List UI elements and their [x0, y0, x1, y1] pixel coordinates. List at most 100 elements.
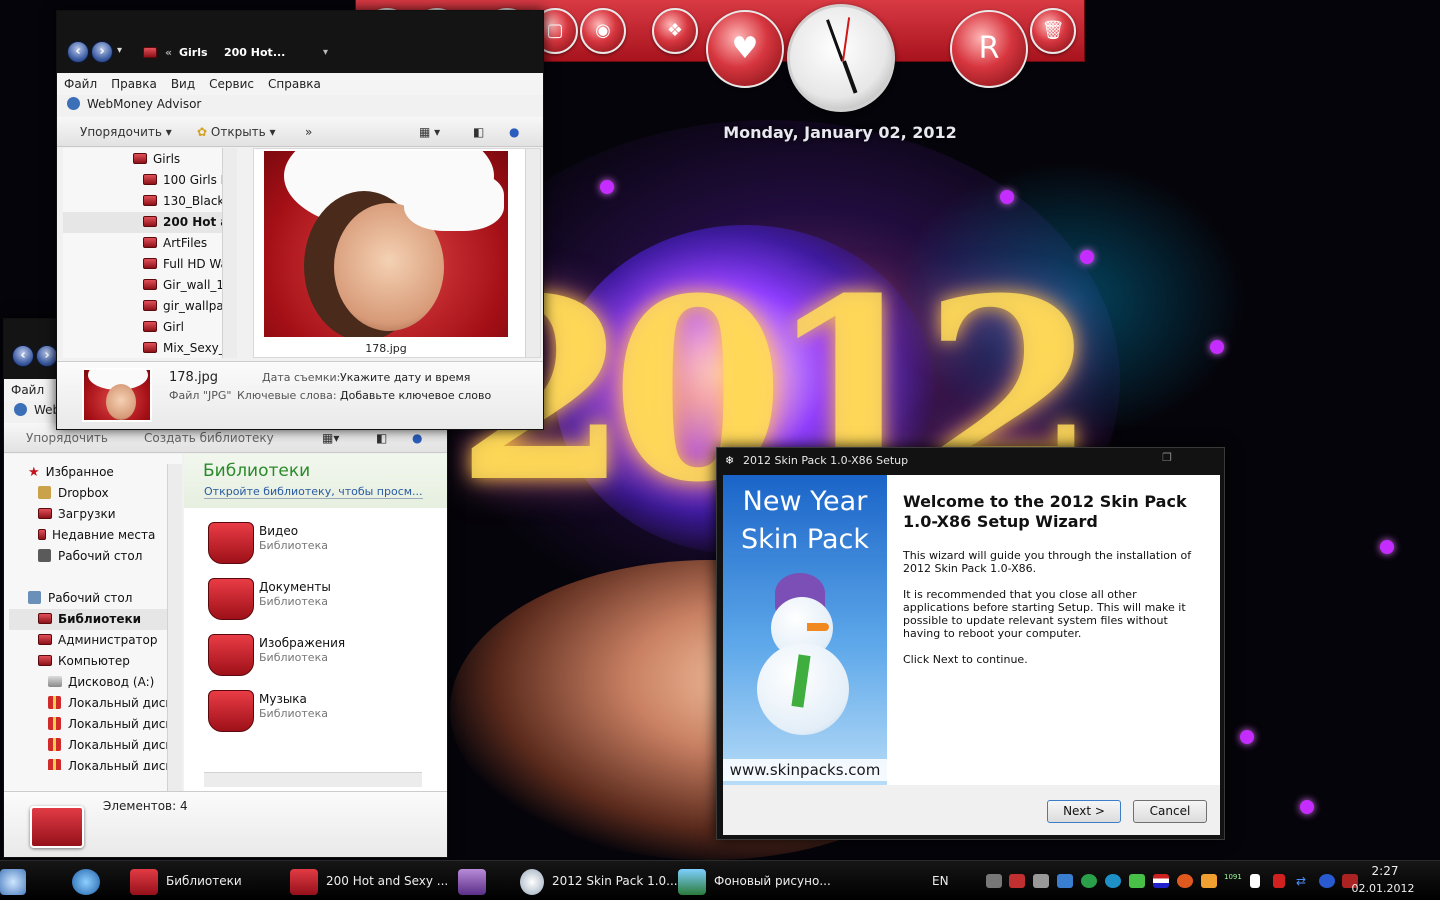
tray-s-icon[interactable]	[1177, 874, 1193, 888]
tray-flag-icon[interactable]	[1273, 874, 1285, 888]
preview-face	[106, 384, 136, 420]
create-library-button[interactable]: Создать библиотеку	[144, 431, 274, 445]
folder-icon	[143, 216, 157, 227]
taskbar-ie[interactable]	[72, 865, 108, 897]
cancel-button[interactable]: Cancel	[1133, 800, 1207, 823]
tray-page-icon[interactable]	[1250, 874, 1260, 888]
nav-scrollbar[interactable]	[167, 464, 182, 794]
menu-file[interactable]: Файл	[57, 73, 104, 95]
taskbar-item-floppy[interactable]	[458, 865, 494, 897]
forward-button[interactable]: ›	[36, 345, 58, 367]
desktop-header[interactable]: Рабочий стол	[28, 588, 132, 609]
favorites-header[interactable]: ★ Избранное	[28, 462, 114, 483]
nav-item-computer[interactable]: Компьютер	[38, 651, 130, 672]
date-taken-label: Дата съемки:	[262, 371, 341, 384]
tree-item-folder[interactable]: Girl	[143, 317, 223, 338]
help-icon[interactable]: ●	[412, 431, 422, 445]
menu-tools[interactable]: Сервис	[202, 73, 261, 95]
back-button[interactable]: ‹	[67, 41, 89, 63]
tray-device-icon[interactable]	[986, 874, 1002, 888]
nav-item-recent[interactable]: Недавние места	[38, 525, 155, 546]
tree-scrollbar[interactable]	[222, 148, 237, 358]
tray-shield-icon[interactable]	[1081, 874, 1097, 888]
nav-item-libraries[interactable]: Библиотеки	[9, 609, 172, 630]
r-app-icon[interactable]: R	[950, 10, 1028, 88]
tree-item-selected-folder[interactable]: 200 Hot a	[63, 212, 223, 233]
preview-pane-icon[interactable]: ◧	[376, 431, 387, 445]
menu-view[interactable]: Вид	[164, 73, 202, 95]
content-scrollbar[interactable]	[204, 772, 422, 787]
clock-hour-hand	[842, 60, 858, 94]
tray-app-icon[interactable]	[1057, 874, 1073, 888]
tray-mail-icon[interactable]	[1201, 874, 1217, 888]
clock-gadget[interactable]	[787, 4, 895, 112]
forward-button[interactable]: ›	[91, 41, 113, 63]
clock-time[interactable]: 2:27	[1360, 864, 1410, 878]
preview-pane-icon[interactable]: ◧	[473, 125, 484, 139]
menu-file[interactable]: Файл	[4, 379, 51, 401]
nav-item-desktop[interactable]: Рабочий стол	[38, 546, 142, 567]
nav-item-downloads[interactable]: Загрузки	[38, 504, 116, 525]
snowman-nose	[807, 623, 829, 631]
tray-battery-icon[interactable]	[1129, 874, 1145, 888]
tray-santa-icon[interactable]	[1009, 874, 1025, 888]
nav-item-local-disk[interactable]: Локальный диск	[48, 735, 173, 756]
tray-counter[interactable]: 1091	[1224, 873, 1248, 881]
history-dropdown-icon[interactable]: ▾	[117, 45, 122, 56]
tray-network-icon[interactable]	[1033, 874, 1049, 888]
breadcrumb-current[interactable]: 200 Hot...	[224, 46, 285, 59]
webmoney-toolbar[interactable]: WebMoney Advisor	[67, 97, 201, 115]
open-button[interactable]: ✿ Открыть ▾	[197, 125, 276, 139]
nav-item-local-disk[interactable]: Локальный диск	[48, 693, 173, 714]
taskbar-item-setup[interactable]: 2012 Skin Pack 1.0...	[520, 865, 678, 897]
help-icon[interactable]: ●	[509, 125, 519, 139]
image-thumbnail-178[interactable]	[264, 151, 508, 337]
heart-icon[interactable]: ♥	[706, 10, 784, 88]
tray-sync-icon[interactable]	[1105, 874, 1121, 888]
address-dropdown-icon[interactable]: ▾	[323, 47, 328, 58]
windows-icon[interactable]: ❖	[652, 8, 698, 54]
downloads-icon	[38, 508, 52, 519]
organize-button[interactable]: Упорядочить ▾	[80, 125, 172, 139]
tree-item-folder[interactable]: 100 Girls B	[143, 170, 223, 191]
file-view-scrollbar[interactable]	[525, 149, 540, 357]
menu-help[interactable]: Справка	[261, 73, 328, 95]
tree-item-girls[interactable]: Girls	[133, 149, 180, 170]
menu-edit[interactable]: Правка	[104, 73, 164, 95]
banner-url: www.skinpacks.com	[723, 759, 887, 781]
back-button[interactable]: ‹	[12, 345, 34, 367]
tree-item-folder[interactable]: Full HD Wa	[143, 254, 223, 275]
tray-arrows-icon[interactable]: ⇄	[1296, 874, 1312, 888]
nav-item-dropbox[interactable]: Dropbox	[38, 483, 109, 504]
webmoney-toolbar[interactable]: Web	[14, 403, 60, 421]
media-player-icon[interactable]: ◉	[580, 8, 626, 54]
nav-item-admin[interactable]: Администратор	[38, 630, 158, 651]
breadcrumb-girls[interactable]: Girls	[179, 46, 208, 59]
language-indicator[interactable]: EN	[932, 865, 949, 897]
content-pane: Библиотеки Откройте библиотеку, чтобы пр…	[184, 454, 447, 791]
organize-button[interactable]: Упорядочить	[26, 431, 108, 445]
nav-item-local-disk[interactable]: Локальный диск	[48, 714, 173, 735]
restore-icon[interactable]: ❐	[1162, 451, 1172, 464]
tray-flag-icon[interactable]	[1153, 874, 1169, 888]
view-options-icon[interactable]: ▦ ▾	[419, 125, 440, 139]
tree-item-folder[interactable]: gir_wallpap	[143, 296, 223, 317]
tray-bluetooth-icon[interactable]	[1319, 874, 1335, 888]
tree-item-folder[interactable]: Gir_wall_11	[143, 275, 223, 296]
tree-item-folder[interactable]: 130_Blackl	[143, 191, 223, 212]
taskbar-item-photos[interactable]: 200 Hot and Sexy ...	[290, 865, 448, 897]
tree-item-folder[interactable]: Mix_Sexy_C	[143, 338, 223, 358]
date-taken-value[interactable]: Укажите дату и время	[340, 371, 470, 384]
nav-item-local-disk[interactable]: Локальный диск	[48, 756, 173, 770]
tree-item-folder[interactable]: ArtFiles	[143, 233, 223, 254]
recycle-bin-icon[interactable]: 🗑	[1030, 8, 1076, 54]
taskbar-item-wallpaper[interactable]: Фоновый рисуно...	[678, 865, 831, 897]
start-button[interactable]	[0, 865, 28, 897]
taskbar-item-libraries[interactable]: Библиотеки	[130, 865, 242, 897]
nav-item-floppy[interactable]: Дисковод (A:)	[48, 672, 154, 693]
clock-date[interactable]: 02.01.2012	[1350, 882, 1416, 895]
view-options-icon[interactable]: ▦▾	[322, 431, 339, 445]
more-commands-button[interactable]: »	[305, 125, 312, 139]
next-button[interactable]: Next >	[1047, 800, 1121, 823]
tags-value[interactable]: Добавьте ключевое слово	[340, 389, 491, 402]
